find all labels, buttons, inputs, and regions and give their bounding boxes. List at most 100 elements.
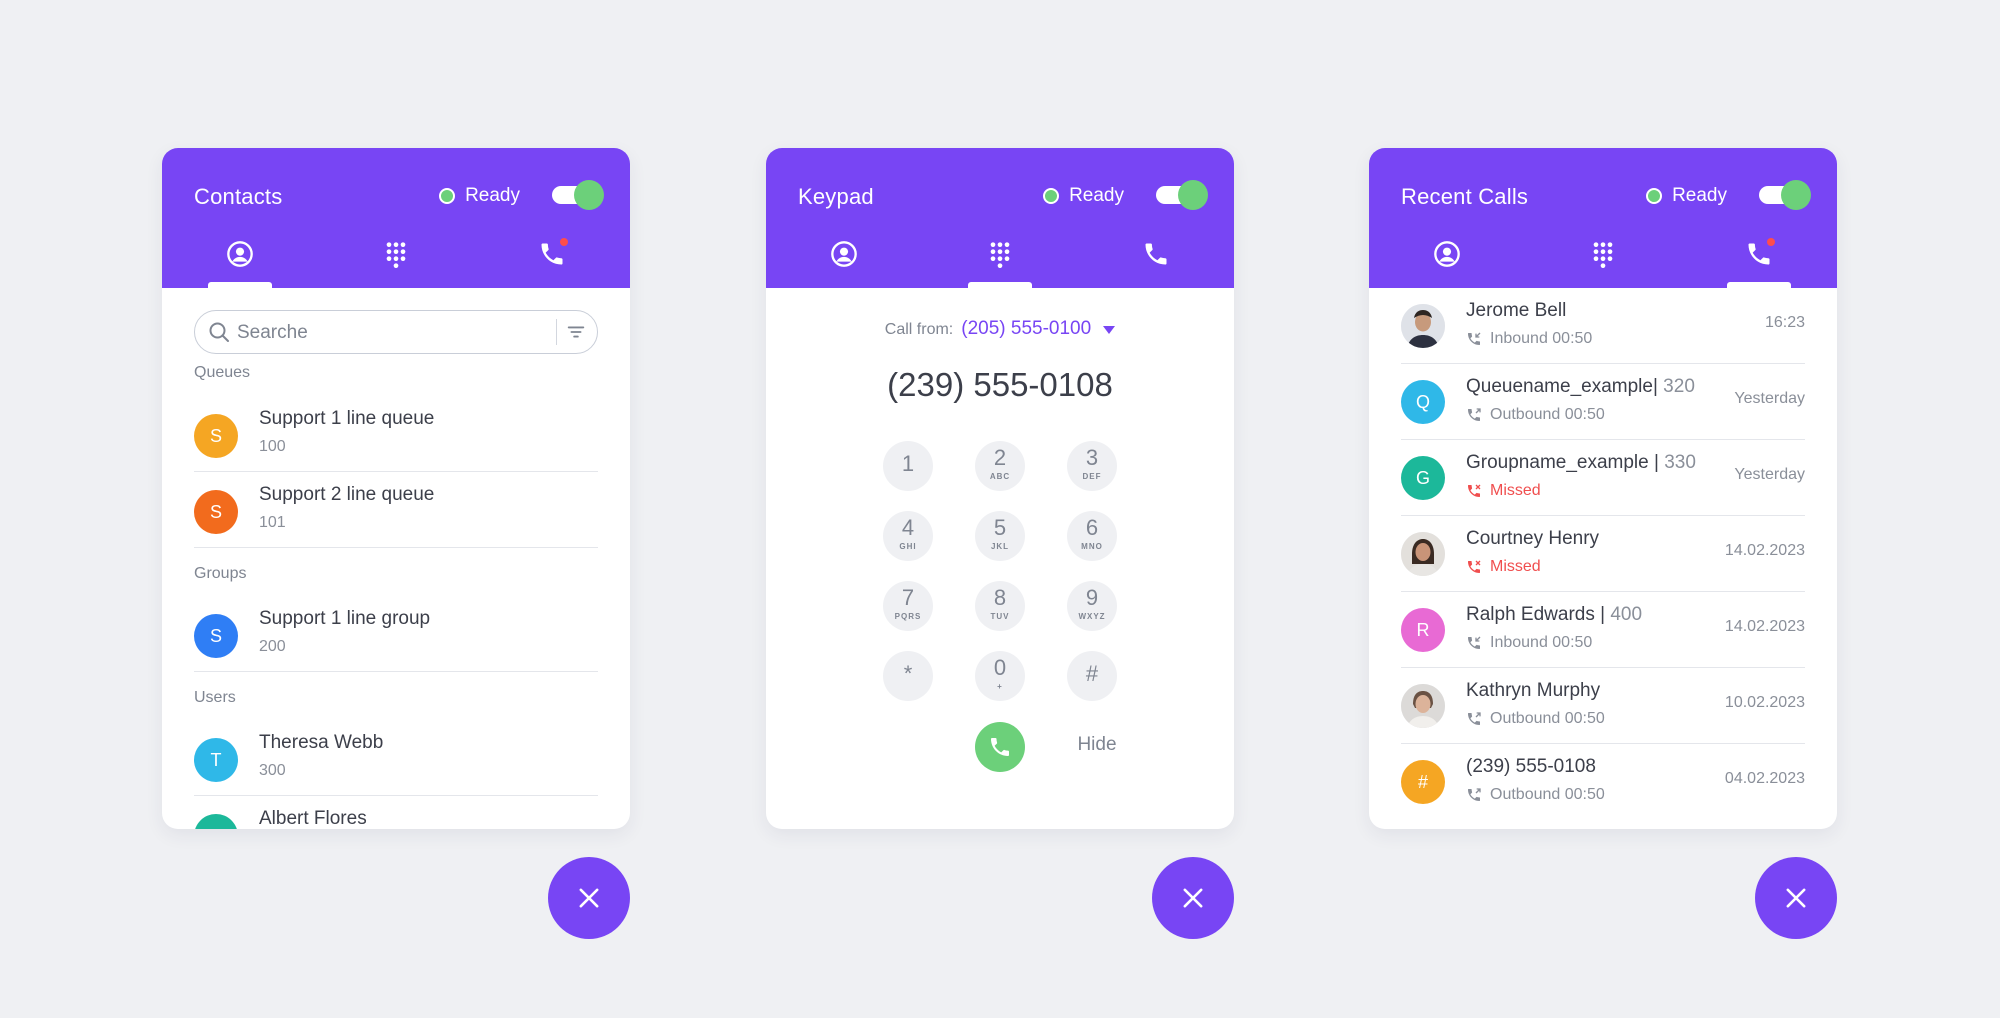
call-row[interactable]: Jerome Bell Inbound 00:50 16:23 — [1401, 288, 1805, 364]
call-detail: Outbound 00:50 — [1466, 406, 1605, 424]
tab-bar — [1369, 238, 1837, 288]
contact-icon — [1433, 240, 1461, 268]
outbound-call-icon — [1466, 787, 1482, 803]
contact-row[interactable]: S Support 2 line queue 101 — [194, 472, 598, 548]
tab-keypad[interactable] — [922, 240, 1078, 288]
ready-toggle[interactable] — [1156, 180, 1208, 210]
caller-name: (239) 555-0108 — [1466, 756, 1596, 777]
caller-name: Courtney Henry — [1466, 528, 1600, 549]
contact-name: Theresa Webb — [259, 732, 384, 753]
contact-name: Support 2 line queue — [259, 484, 435, 505]
tab-keypad[interactable] — [318, 240, 474, 288]
chevron-down-icon[interactable] — [1103, 325, 1116, 334]
call-button[interactable] — [975, 722, 1025, 772]
close-contacts-button[interactable] — [548, 857, 630, 939]
search-input[interactable]: Searche — [194, 310, 598, 354]
key-5[interactable]: 5 JKL — [975, 511, 1025, 561]
call-row[interactable]: G Groupname_example | 330 Missed Yesterd… — [1401, 440, 1805, 516]
contact-number: 300 — [259, 762, 286, 779]
inbound-call-icon — [1466, 331, 1482, 347]
tab-keypad[interactable] — [1525, 240, 1681, 288]
caller-extension: 330 — [1658, 452, 1696, 473]
tab-contacts[interactable] — [1369, 240, 1525, 288]
tab-contacts[interactable] — [162, 240, 318, 288]
panel-title: Contacts — [194, 184, 283, 209]
key-star[interactable]: * — [883, 651, 933, 701]
status-dot — [439, 188, 456, 204]
avatar-photo — [1401, 684, 1445, 728]
avatar: R — [1401, 608, 1445, 652]
panel-header: Keypad Ready — [766, 148, 1234, 288]
close-keypad-button[interactable] — [1152, 857, 1234, 939]
panel-title: Recent Calls — [1401, 184, 1529, 209]
key-8[interactable]: 8 TUV — [975, 581, 1025, 631]
contact-row[interactable]: S Support 1 line group 200 — [194, 596, 598, 672]
filter-icon[interactable] — [565, 321, 587, 343]
avatar-photo — [1401, 532, 1445, 576]
call-time: 14.02.2023 — [1724, 542, 1805, 559]
key-4[interactable]: 4 GHI — [883, 511, 933, 561]
tab-recent-calls[interactable] — [1681, 238, 1837, 288]
notification-badge — [560, 238, 568, 246]
tab-recent-calls[interactable] — [474, 238, 630, 288]
toggle-knob[interactable] — [1781, 180, 1811, 210]
key-3[interactable]: 3 DEF — [1067, 441, 1117, 491]
call-detail: Inbound 00:50 — [1466, 330, 1592, 348]
contact-row[interactable]: T Theresa Webb 300 — [194, 720, 598, 796]
avatar: S — [194, 490, 238, 534]
section-users-heading: Users — [194, 689, 236, 706]
dialpad-icon — [986, 240, 1014, 268]
avatar: S — [194, 414, 238, 458]
tab-bar — [162, 238, 630, 288]
call-time: 16:23 — [1764, 314, 1805, 331]
panel-header: Contacts Ready — [162, 148, 630, 288]
panel-header: Recent Calls Ready — [1369, 148, 1837, 288]
key-9[interactable]: 9 WXYZ — [1067, 581, 1117, 631]
ready-toggle[interactable] — [1759, 180, 1811, 210]
call-row[interactable]: Kathryn Murphy Outbound 00:50 10.02.2023 — [1401, 668, 1805, 744]
hide-button[interactable]: Hide — [1072, 734, 1122, 756]
avatar: G — [1401, 456, 1445, 500]
contact-row[interactable]: S Support 1 line queue 100 — [194, 396, 598, 472]
status-indicator: Ready — [1043, 185, 1124, 207]
key-hash[interactable]: # — [1067, 651, 1117, 701]
caller-name: Queuename_example| 320 — [1466, 376, 1695, 397]
dialed-number-display[interactable]: (239) 555-0108 — [766, 366, 1234, 404]
recent-calls-panel: Recent Calls Ready Jerome Bell Inbound 0… — [1369, 148, 1837, 829]
section-groups-heading: Groups — [194, 565, 247, 582]
call-row[interactable]: # (239) 555-0108 Outbound 00:50 04.02.20… — [1401, 744, 1805, 820]
search-placeholder: Searche — [237, 322, 308, 343]
key-7[interactable]: 7 PQRS — [883, 581, 933, 631]
call-row[interactable]: Q Queuename_example| 320 Outbound 00:50 … — [1401, 364, 1805, 440]
avatar: A — [194, 814, 238, 829]
call-detail: Inbound 00:50 — [1466, 634, 1592, 652]
key-2[interactable]: 2 ABC — [975, 441, 1025, 491]
key-0[interactable]: 0 + — [975, 651, 1025, 701]
tab-recent-calls[interactable] — [1078, 240, 1234, 288]
ready-toggle[interactable] — [552, 180, 604, 210]
contact-icon — [226, 240, 254, 268]
caller-extension: 400 — [1605, 604, 1643, 625]
avatar: # — [1401, 760, 1445, 804]
contact-row[interactable]: A Albert Flores — [194, 796, 598, 829]
call-row[interactable]: R Ralph Edwards | 400 Inbound 00:50 14.0… — [1401, 592, 1805, 668]
call-time: 04.02.2023 — [1724, 770, 1805, 787]
tab-contacts[interactable] — [766, 240, 922, 288]
close-recent-button[interactable] — [1755, 857, 1837, 939]
contact-name: Albert Flores — [259, 808, 367, 829]
outbound-call-icon — [1466, 407, 1482, 423]
tab-bar — [766, 240, 1234, 288]
key-6[interactable]: 6 MNO — [1067, 511, 1117, 561]
avatar-photo — [1401, 304, 1445, 348]
call-from-selector[interactable]: Call from: (205) 555-0100 — [766, 318, 1234, 340]
avatar: T — [194, 738, 238, 782]
call-detail: Outbound 00:50 — [1466, 710, 1605, 728]
key-1[interactable]: 1 — [883, 441, 933, 491]
call-row[interactable]: Courtney Henry Missed 14.02.2023 — [1401, 516, 1805, 592]
caller-name: Groupname_example | 330 — [1466, 452, 1696, 473]
call-time: 10.02.2023 — [1724, 694, 1805, 711]
missed-call-icon — [1466, 483, 1482, 499]
toggle-knob[interactable] — [574, 180, 604, 210]
contact-number: 101 — [259, 514, 286, 531]
toggle-knob[interactable] — [1178, 180, 1208, 210]
